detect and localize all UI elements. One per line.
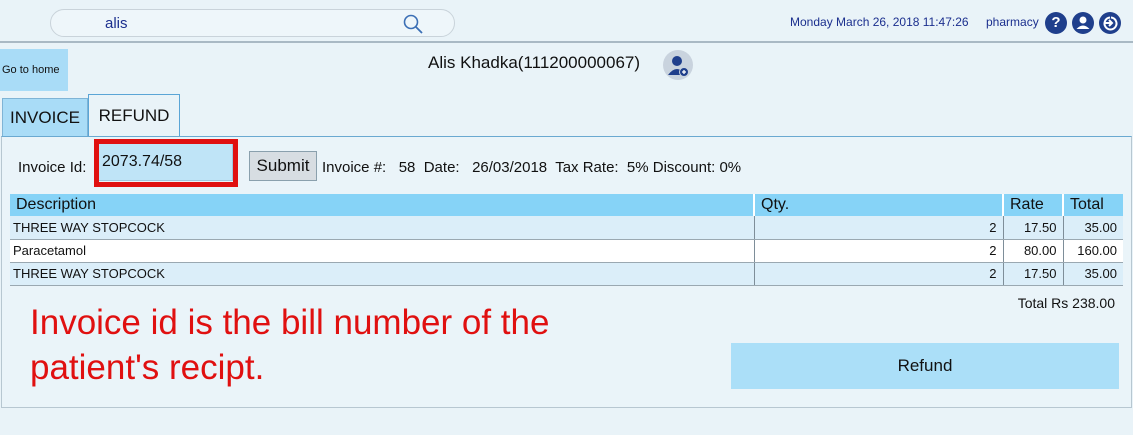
user-icon[interactable] bbox=[1072, 12, 1094, 34]
cell-rate: 80.00 bbox=[1003, 239, 1064, 263]
user-role: pharmacy bbox=[986, 15, 1039, 29]
invoice-summary: Invoice #: 58 Date: 26/03/2018 Tax Rate:… bbox=[322, 159, 742, 176]
column-header-qty: Qty. bbox=[754, 194, 1004, 216]
current-datetime: Monday March 26, 2018 11:47:26 bbox=[790, 15, 969, 29]
cell-rate: 17.50 bbox=[1003, 216, 1064, 240]
cell-total: 160.00 bbox=[1063, 239, 1123, 263]
search-input[interactable]: alis bbox=[105, 15, 128, 32]
cell-qty: 2 bbox=[754, 262, 1004, 286]
column-header-description: Description bbox=[10, 194, 755, 216]
invoice-id-label: Invoice Id: bbox=[18, 159, 87, 176]
annotation-text: Invoice id is the bill number of the pat… bbox=[30, 303, 550, 387]
go-to-home-button[interactable]: Go to home bbox=[0, 49, 68, 91]
top-bar: alis Monday March 26, 2018 11:47:26 phar… bbox=[0, 0, 1133, 43]
help-icon[interactable]: ? bbox=[1045, 12, 1067, 34]
cell-qty: 2 bbox=[754, 239, 1004, 263]
cell-rate: 17.50 bbox=[1003, 262, 1064, 286]
total-amount: Total Rs 238.00 bbox=[1017, 295, 1115, 311]
submit-button[interactable]: Submit bbox=[249, 151, 317, 181]
cell-description: Paracetamol bbox=[10, 239, 755, 263]
logout-icon[interactable] bbox=[1099, 12, 1121, 34]
cell-total: 35.00 bbox=[1063, 216, 1123, 240]
refund-button[interactable]: Refund bbox=[731, 343, 1119, 389]
invoice-items-table: Description Qty. Rate Total THREE WAY ST… bbox=[10, 194, 1123, 286]
cell-total: 35.00 bbox=[1063, 262, 1123, 286]
tab-refund[interactable]: REFUND bbox=[88, 94, 180, 137]
patient-avatar-icon[interactable] bbox=[663, 50, 693, 80]
patient-name: Alis Khadka(111200000067) bbox=[428, 53, 641, 72]
table-row[interactable]: THREE WAY STOPCOCK 2 17.50 35.00 bbox=[10, 262, 1123, 286]
cell-description: THREE WAY STOPCOCK bbox=[10, 262, 755, 286]
table-header-row: Description Qty. Rate Total bbox=[10, 194, 1123, 216]
column-header-total: Total bbox=[1063, 194, 1123, 216]
cell-description: THREE WAY STOPCOCK bbox=[10, 216, 755, 240]
table-row[interactable]: Paracetamol 2 80.00 160.00 bbox=[10, 239, 1123, 263]
search-icon[interactable] bbox=[402, 13, 424, 35]
table-row[interactable]: THREE WAY STOPCOCK 2 17.50 35.00 bbox=[10, 216, 1123, 240]
invoice-id-input[interactable] bbox=[97, 143, 233, 181]
tab-invoice[interactable]: INVOICE bbox=[2, 98, 88, 137]
search-box[interactable]: alis bbox=[50, 9, 455, 37]
cell-qty: 2 bbox=[754, 216, 1004, 240]
column-header-rate: Rate bbox=[1003, 194, 1064, 216]
